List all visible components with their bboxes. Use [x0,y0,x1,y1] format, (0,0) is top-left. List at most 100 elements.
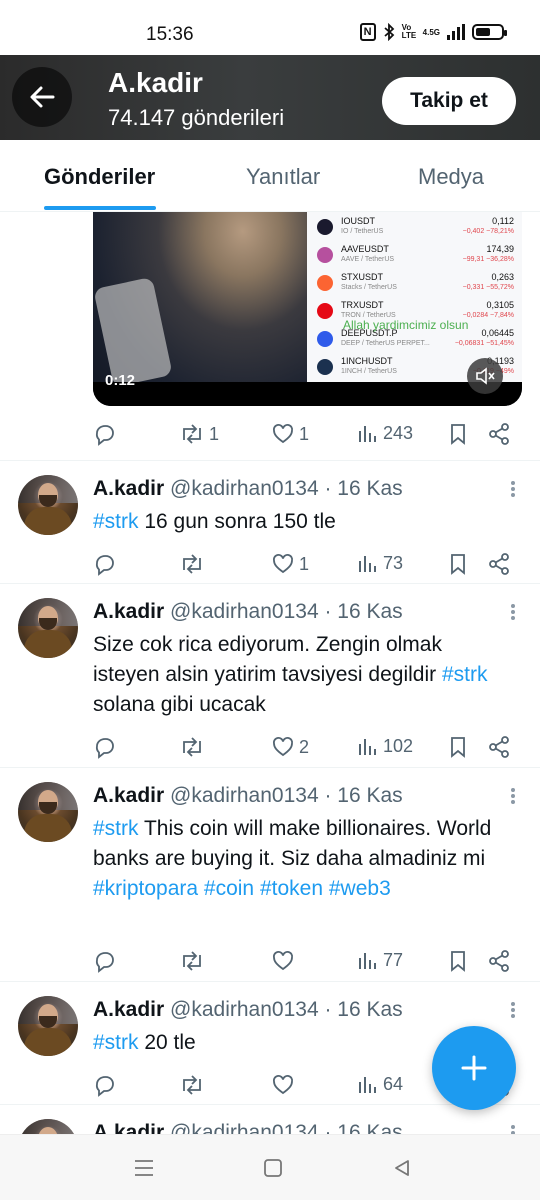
share-button[interactable] [487,422,511,446]
repost-button[interactable] [179,552,209,576]
hashtag-link[interactable]: #strk [442,663,488,686]
avatar[interactable] [18,782,78,842]
repost-button[interactable] [179,735,209,759]
tab-media[interactable]: Medya [418,164,484,190]
hashtag-link[interactable]: #kriptopara [93,877,198,900]
tweet[interactable]: A.kadir @kadirhan0134 · 16 Kas Size cok r… [0,584,540,768]
reply-button[interactable] [93,552,117,576]
hashtag-link[interactable]: #strk [93,510,139,533]
reply-button[interactable] [93,1073,117,1097]
bluetooth-icon [384,23,394,41]
like-button[interactable]: 1 [271,552,309,576]
hashtag-link[interactable]: #strk [93,1031,139,1054]
author-handle-date: @kadirhan0134 · 16 Kas [170,600,403,623]
views-icon [359,426,376,442]
coin-pair: Stacks / TetherUS [341,284,397,291]
like-button[interactable] [271,949,299,973]
avatar[interactable] [18,598,78,658]
share-button[interactable] [487,735,511,759]
mute-button[interactable] [467,358,503,394]
tweet[interactable]: A.kadir @kadirhan0134 · 16 Kas [0,1105,540,1134]
reply-icon [95,738,114,759]
compose-button[interactable] [432,1026,516,1110]
tweet-text-segment: 20 tle [138,1031,196,1054]
hashtag-link[interactable]: #strk [93,817,139,840]
follow-button[interactable]: Takip et [382,77,516,125]
bookmark-button[interactable] [447,735,469,759]
home-button[interactable] [260,1155,286,1181]
share-icon [489,423,509,445]
hashtag-link[interactable]: #coin [204,877,254,900]
bookmark-button[interactable] [447,949,469,973]
share-icon [489,950,509,972]
coin-change: −0,402 −78,21% [462,228,514,235]
more-options-button[interactable] [510,602,516,624]
view-count: 73 [383,552,404,573]
like-button[interactable]: 1 [271,422,309,446]
share-button[interactable] [487,949,511,973]
bookmark-button[interactable] [447,422,469,446]
views-icon [359,1077,376,1093]
author-name[interactable]: A.kadir [93,998,164,1021]
reply-button[interactable] [93,422,117,446]
tweet-actions: 1 1 243 [93,422,523,448]
views-button[interactable]: 73 [357,552,403,574]
views-icon [359,556,376,572]
bookmark-button[interactable] [447,552,469,576]
more-options-button[interactable] [510,1000,516,1022]
bookmark-icon [451,737,465,758]
more-options-button[interactable] [510,786,516,808]
coin-icon [317,219,333,235]
avatar[interactable] [18,475,78,535]
author-name[interactable]: A.kadir [93,1121,164,1134]
views-button[interactable]: 64 [357,1073,403,1095]
recents-button[interactable] [131,1155,157,1181]
repost-button[interactable] [179,1073,209,1097]
hashtag-link[interactable]: #token [260,877,323,900]
reply-button[interactable] [93,735,117,759]
reply-icon [95,952,114,973]
author-name[interactable]: A.kadir [93,784,164,807]
author-name[interactable]: A.kadir [93,600,164,623]
tweet-actions: 1 73 [93,552,523,578]
like-button[interactable]: 2 [271,735,309,759]
tweet-feed[interactable]: IOUSDT IO / TetherUS 0,112 −0,402 −78,21% AA… [0,212,540,1134]
tweet-text: #strk This coin will make billionaires. … [93,814,513,904]
repost-button[interactable] [179,949,209,973]
author-handle-date: @kadirhan0134 · 16 Kas [170,1121,403,1134]
like-button[interactable] [271,1073,299,1097]
share-button[interactable] [487,552,511,576]
views-button[interactable]: 77 [357,949,403,971]
back-button[interactable] [12,67,72,127]
signal-icon [447,24,465,40]
reply-button[interactable] [93,949,117,973]
video-player[interactable]: IOUSDT IO / TetherUS 0,112 −0,402 −78,21% AA… [93,212,522,406]
hashtag-link[interactable]: #web3 [329,877,391,900]
repost-button[interactable]: 1 [179,422,219,446]
tweet-text-segment: solana gibi ucacak [93,693,266,716]
tab-replies[interactable]: Yanıtlar [246,164,320,190]
coin-pair: AAVE / TetherUS [341,256,395,263]
more-options-button[interactable] [510,1123,516,1134]
menu-icon [135,1160,153,1176]
tweet-video[interactable]: IOUSDT IO / TetherUS 0,112 −0,402 −78,21% AA… [0,212,540,461]
repost-count: 1 [209,423,220,444]
volume-muted-icon [476,367,495,385]
coin-symbol: IOUSDT [341,216,376,226]
avatar[interactable] [18,1119,78,1134]
tweet[interactable]: A.kadir @kadirhan0134 · 16 Kas #strk 16 g… [0,461,540,584]
bookmark-icon [451,424,465,445]
views-button[interactable]: 102 [357,735,413,757]
views-icon [359,739,376,755]
tweet[interactable]: A.kadir @kadirhan0134 · 16 Kas #strk This… [0,768,540,982]
coin-icon [317,331,333,347]
avatar[interactable] [18,996,78,1056]
coin-price: 0,3105 [486,300,514,310]
views-button[interactable]: 243 [357,422,413,444]
tab-posts[interactable]: Gönderiler [44,164,155,190]
battery-icon [472,24,507,40]
back-nav-button[interactable] [389,1155,415,1181]
tweet-text-segment: 16 gun sonra 150 tle [138,510,336,533]
author-name[interactable]: A.kadir [93,477,164,500]
more-options-button[interactable] [510,479,516,501]
